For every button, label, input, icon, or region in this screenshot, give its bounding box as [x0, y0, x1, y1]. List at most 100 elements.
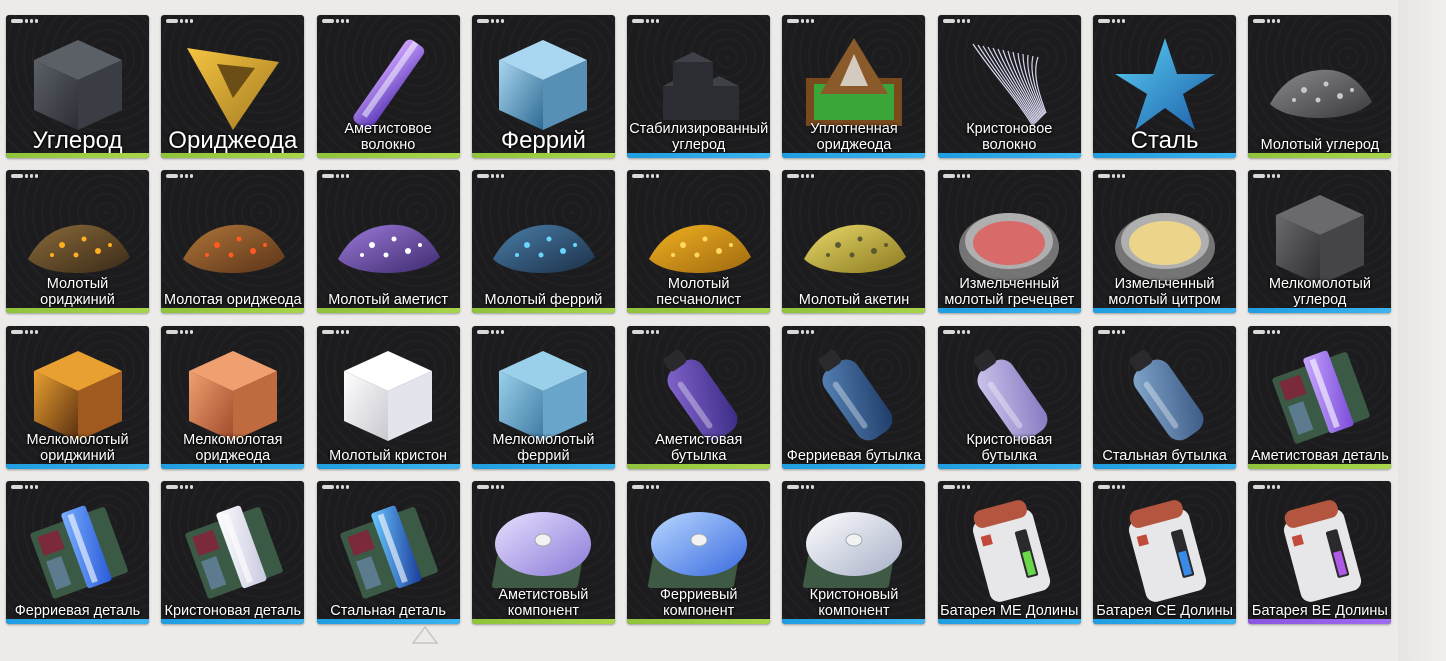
rarity-bar	[627, 308, 771, 314]
card-menu-dots-icon	[1253, 174, 1281, 179]
rarity-bar	[1093, 463, 1237, 469]
card-menu-dots-icon	[1253, 19, 1281, 23]
item-card[interactable]: Батарея СЕ Долины	[1093, 480, 1237, 624]
item-card[interactable]: Мелкомолотый ориджиний	[6, 325, 149, 469]
item-card[interactable]: Уплотненная ориджеода	[782, 15, 926, 158]
item-card[interactable]: Ферриевый компонент	[627, 480, 771, 624]
rarity-bar	[6, 618, 149, 624]
rarity-bar	[316, 618, 460, 624]
card-menu-dots-icon	[166, 484, 194, 489]
card-menu-dots-icon	[632, 329, 660, 334]
item-label: Молотая ориджеода	[164, 292, 302, 309]
card-menu-dots-icon	[11, 174, 38, 179]
card-menu-dots-icon	[321, 484, 349, 489]
card-menu-dots-icon	[1098, 329, 1126, 334]
card-menu-dots-icon	[787, 19, 815, 23]
item-card[interactable]: Молотый песчанолист	[627, 170, 771, 314]
item-card[interactable]: Молотая ориджеода	[161, 170, 305, 314]
rarity-bar	[1093, 153, 1237, 158]
item-card[interactable]: Ферриевая деталь	[6, 480, 149, 624]
card-menu-dots-icon	[476, 174, 504, 179]
card-menu-dots-icon	[787, 174, 815, 179]
card-menu-dots-icon	[321, 329, 349, 334]
card-menu-dots-icon	[166, 329, 194, 334]
item-card[interactable]: Измельченный молотый гречецвет	[937, 170, 1081, 314]
card-menu-dots-icon	[632, 484, 660, 489]
card-menu-dots-icon	[476, 329, 504, 334]
item-label: Углерод	[32, 127, 123, 154]
item-label: Ориджеода	[168, 127, 298, 154]
item-card[interactable]: Аметистовая бутылка	[627, 325, 771, 469]
card-menu-dots-icon	[321, 19, 349, 23]
item-label: Молотый акетин	[798, 292, 910, 309]
item-label: Стальная деталь	[330, 602, 446, 619]
item-label: Ферриевый компонент	[659, 586, 738, 619]
item-card[interactable]: Аметистовый компонент	[471, 480, 615, 624]
item-card[interactable]: Кристоновое волокно	[937, 15, 1081, 158]
item-card[interactable]: Кристоновая деталь	[161, 480, 305, 624]
ground-originium-pile-icon	[171, 184, 294, 294]
item-card[interactable]: Измельченный молотый цитром	[1093, 170, 1237, 314]
item-card[interactable]: Мелкомолотый углерод	[1248, 170, 1392, 314]
ferrium-cube-icon	[482, 29, 605, 139]
item-card[interactable]: Стабилизированный углерод	[627, 15, 771, 158]
rarity-bar	[161, 308, 305, 314]
item-card[interactable]: Стальная бутылка	[1093, 325, 1237, 469]
item-label: Молотый песчанолист	[656, 276, 742, 309]
rarity-bar	[471, 463, 615, 469]
item-label: Кристоновое волокно	[966, 121, 1053, 153]
card-menu-dots-icon	[11, 19, 38, 23]
item-card[interactable]: Батарея МЕ Долины	[937, 480, 1081, 624]
rarity-bar	[937, 618, 1081, 624]
card-menu-dots-icon	[1253, 484, 1281, 489]
item-label: Стабилизированный углерод	[629, 121, 769, 153]
item-card[interactable]: Кристоновый компонент	[782, 480, 926, 624]
item-label: Измельченный молотый гречецвет	[944, 276, 1075, 309]
ground-carbon-icon	[1258, 29, 1381, 139]
ground-amethyst-pile-icon	[327, 184, 450, 294]
rarity-bar	[782, 308, 926, 314]
rarity-bar	[316, 463, 460, 469]
item-card[interactable]: Молотый аметист	[316, 170, 460, 314]
ground-ferrium-pile-icon	[482, 184, 605, 294]
card-menu-dots-icon	[942, 484, 970, 489]
item-card[interactable]: Молотый феррий	[471, 170, 615, 314]
rarity-bar	[1248, 618, 1392, 624]
card-menu-dots-icon	[942, 19, 970, 23]
kriston-cube-icon	[327, 340, 450, 450]
card-menu-dots-icon	[11, 484, 38, 489]
rarity-bar	[937, 308, 1081, 314]
item-card[interactable]: Молотый акетин	[782, 170, 926, 314]
item-card[interactable]: Молотый ориджиний	[6, 170, 149, 314]
item-card[interactable]: Кристоновая бутылка	[937, 325, 1081, 469]
item-card[interactable]: Ориджеода	[161, 15, 305, 158]
kriston-part-icon	[171, 495, 294, 605]
item-label: Мелкомолотый феррий	[492, 431, 595, 464]
item-card[interactable]: Стальная деталь	[316, 480, 460, 624]
item-label: Молотый аметист	[328, 292, 448, 309]
item-card[interactable]: Молотый кристон	[316, 325, 460, 469]
item-card[interactable]: Мелкомолотая ориджеода	[161, 325, 305, 469]
item-card[interactable]: Батарея ВЕ Долины	[1248, 480, 1392, 624]
rarity-bar	[161, 463, 305, 469]
rarity-bar	[316, 308, 460, 314]
card-menu-dots-icon	[942, 174, 970, 179]
amethyst-part-icon	[1258, 340, 1381, 450]
item-card[interactable]: Аметистовое волокно	[316, 15, 460, 158]
item-card[interactable]: Ферриевая бутылка	[782, 325, 926, 469]
item-card[interactable]: Сталь	[1093, 15, 1237, 158]
item-card[interactable]: Мелкомолотый феррий	[471, 325, 615, 469]
item-card[interactable]: Аметистовая деталь	[1248, 325, 1392, 469]
item-card[interactable]: Углерод	[6, 15, 149, 158]
item-label: Измельченный молотый цитром	[1108, 276, 1221, 309]
item-label: Батарея МЕ Долины	[940, 602, 1079, 619]
card-menu-dots-icon	[321, 174, 349, 179]
battery-01-icon	[948, 495, 1071, 605]
card-menu-dots-icon	[166, 19, 194, 23]
item-card[interactable]: Феррий	[471, 15, 615, 158]
item-card[interactable]: Молотый углерод	[1248, 15, 1392, 158]
steel-star-icon	[1103, 29, 1226, 139]
item-label: Кристоновый компонент	[809, 586, 899, 619]
ferrium-part-icon	[16, 495, 139, 605]
rarity-bar	[1248, 153, 1392, 158]
